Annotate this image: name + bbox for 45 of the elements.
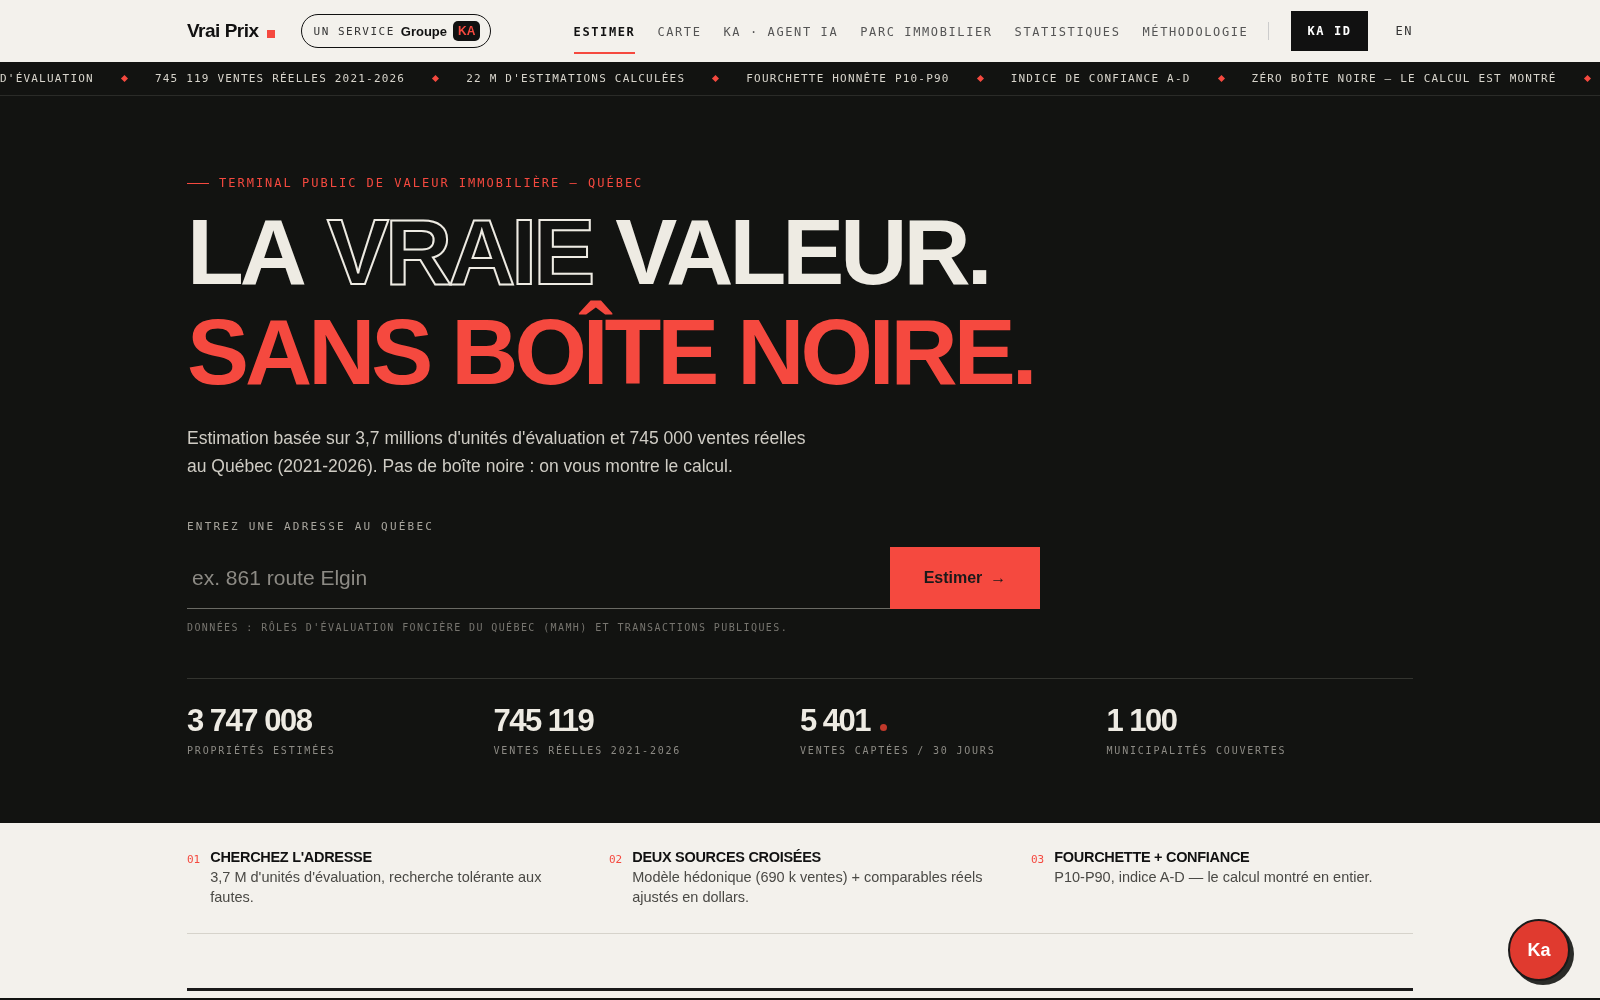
step-text: P10-P90, indice A-D — le calcul montré en entier. (1054, 868, 1373, 887)
stat-value: 3 747 008 (187, 703, 312, 739)
ticker-text: INDICE DE CONFIANCE A-D (1010, 72, 1191, 85)
source-note: DONNÉES : RÔLES D'ÉVALUATION FONCIÈRE DU QUÉBEC (MAMH) ET TRANSACTIONS PUBLIQUES. (187, 622, 790, 633)
stat-label: VENTES CAPTÉES / 30 JOURS (800, 745, 997, 756)
nav-tab[interactable]: PARC IMMOBILIER (860, 8, 993, 54)
ticker-text: D'ÉVALUATION (0, 72, 94, 85)
step-number: 01 (187, 852, 201, 868)
lead-paragraph: Estimation basée sur 3,7 millions d'unités d'évaluation et 745 000 ventes réelles au Québec (2021-2026). Pas de boîte noire : on vous montre le calcul. (187, 427, 807, 478)
nav-tab[interactable]: CARTE (657, 8, 702, 54)
nav-tab[interactable]: STATISTIQUES (1014, 8, 1121, 54)
eyebrow-text: TERMINAL PUBLIC DE VALEUR IMMOBILIÈRE — QUÉBEC (219, 176, 644, 190)
headline-accent: SANS BOÎTE NOIRE. (187, 302, 1035, 402)
step-title: CHERCHEZ L'ADRESSE (210, 849, 373, 865)
stat-value: 5 401 (800, 703, 871, 739)
stat-value: 745 119 (493, 703, 594, 739)
stat-value: 1 100 (1106, 703, 1177, 739)
headline-word: LA (187, 202, 303, 302)
step-number: 02 (609, 852, 623, 868)
headline-word: VALEUR. (615, 202, 989, 302)
nav-tab[interactable]: ESTIMER (573, 8, 636, 54)
id-button[interactable]: KA ID (1291, 11, 1368, 51)
step-number: 03 (1031, 852, 1045, 868)
ticker-text: ZÉRO BOÎTE NOIRE — LE CALCUL EST MONTRÉ (1251, 72, 1557, 85)
address-field[interactable]: ex. 861 route Elgin (187, 547, 890, 609)
ticker-text: FOURCHETTE HONNÊTE P10-P90 (746, 72, 950, 85)
brand-mark: KA (453, 21, 481, 41)
nav-tab[interactable]: KA · AGENT IA (723, 8, 839, 54)
step-text: 3,7 M d'unités d'évaluation, recherche tolérante aux fautes. (210, 868, 543, 907)
step-title: FOURCHETTE + CONFIANCE (1054, 849, 1251, 865)
brand-name: Groupe (400, 23, 448, 39)
badge-label: UN SERVICE (313, 24, 395, 38)
stat-label: MUNICIPALITÉS COUVERTES (1106, 745, 1288, 756)
nav-tab[interactable]: MÉTHODOLOGIE (1142, 8, 1249, 54)
stat-label: PROPRIÉTÉS ESTIMÉES (187, 745, 337, 756)
stat-label: VENTES RÉELLES 2021-2026 (493, 745, 683, 756)
field-label: ENTREZ UNE ADRESSE AU QUÉBEC (187, 520, 436, 533)
ticker-text: 745 119 VENTES RÉELLES 2021-2026 (154, 72, 406, 85)
language-link[interactable]: EN (1395, 24, 1413, 38)
logo[interactable]: Vrai Prix (187, 20, 275, 42)
step-title: DEUX SOURCES CROISÉES (632, 849, 822, 865)
ticker-text: 22 M D'ESTIMATIONS CALCULÉES (466, 72, 686, 85)
estimate-button[interactable]: Estimer → (890, 547, 1040, 609)
live-dot-icon (880, 723, 888, 731)
step-text: Modèle hédonique (690 k ventes) + comparables réels ajustés en dollars. (632, 868, 984, 907)
